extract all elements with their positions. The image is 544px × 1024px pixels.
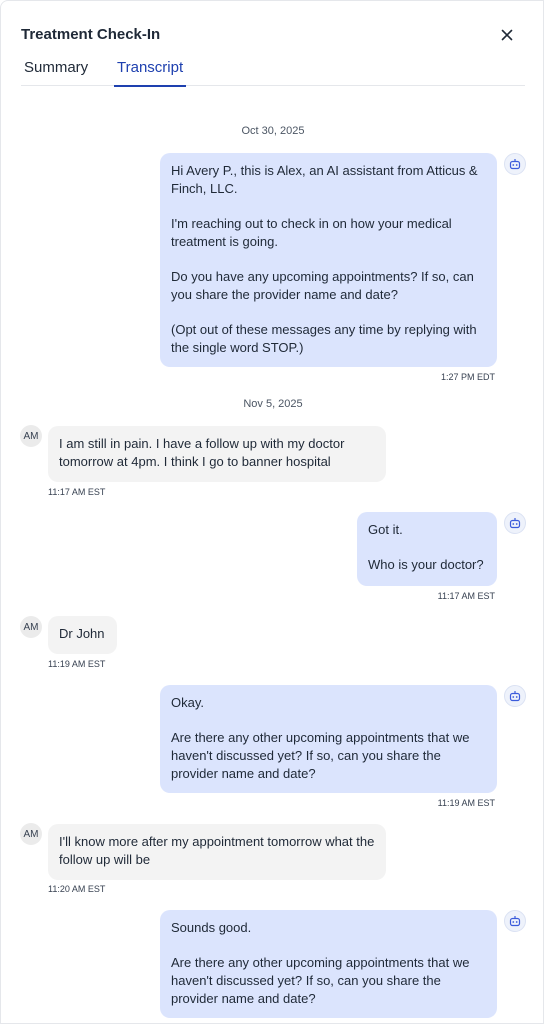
assistant-message: Sounds good. Are there any other upcomin… <box>160 910 497 1018</box>
check-in-panel: Treatment Check-In Summary Transcript Oc… <box>0 0 544 1024</box>
tab-bar: Summary Transcript <box>21 57 525 87</box>
assistant-message: Hi Avery P., this is Alex, an AI assista… <box>160 153 497 367</box>
robot-icon <box>504 910 526 932</box>
date-separator: Oct 30, 2025 <box>241 125 305 137</box>
avatar: AM <box>20 823 42 845</box>
avatar: AM <box>20 616 42 638</box>
assistant-message: Got it. Who is your doctor? <box>357 512 497 586</box>
robot-icon <box>504 153 526 175</box>
date-separator: Nov 5, 2025 <box>243 398 303 410</box>
avatar: AM <box>20 425 42 447</box>
message-time: 11:20 AM EST <box>48 884 106 894</box>
message-time: 11:17 AM EST <box>437 591 495 601</box>
client-message: Dr John <box>48 616 117 654</box>
tab-summary[interactable]: Summary <box>24 57 88 86</box>
message-time: 11:19 AM EST <box>48 659 106 669</box>
message-time: 1:27 PM EDT <box>440 372 495 382</box>
client-message: I'll know more after my appointment tomo… <box>48 824 386 880</box>
robot-icon <box>504 512 526 534</box>
robot-icon <box>504 685 526 707</box>
message-time: 11:17 AM EST <box>48 487 106 497</box>
tab-transcript[interactable]: Transcript <box>114 57 187 87</box>
panel-title: Treatment Check-In <box>21 26 161 43</box>
client-message: I am still in pain. I have a follow up w… <box>48 426 386 482</box>
message-time: 11:19 AM EST <box>437 798 495 808</box>
assistant-message: Okay. Are there any other upcoming appoi… <box>160 685 497 793</box>
close-button[interactable] <box>497 25 517 45</box>
close-icon <box>501 29 513 41</box>
panel-header: Treatment Check-In <box>21 25 523 45</box>
